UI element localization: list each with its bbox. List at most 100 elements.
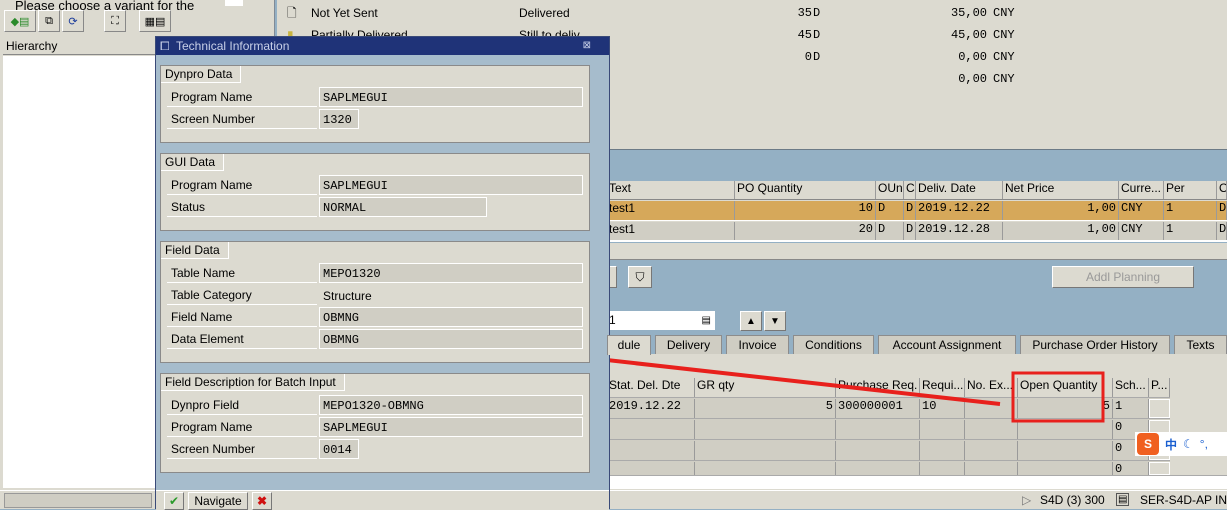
amount: 0,00 [958,72,987,86]
tab-purchase-order-history[interactable]: Purchase Order History [1020,335,1170,355]
currency: CNY [993,72,1015,86]
variant-box[interactable] [225,0,243,6]
program-name-value[interactable]: SAPLMEGUI [319,417,583,437]
table-row[interactable]: test1 10 D D 2019.12.22 1,00 CNY 1 D [607,201,1227,221]
cell: D [1217,201,1227,220]
dynpro-field-value[interactable]: MEPO1320-OBMNG [319,395,583,415]
document-icon: 🗋 [287,6,297,20]
copy-button[interactable]: ⧉ [38,10,60,32]
addl-planning-button[interactable]: Addl Planning [1052,266,1194,288]
cell: D [1217,222,1227,240]
cell: 2019.12.22 [607,399,695,418]
col-header[interactable]: Deliv. Date [916,181,1003,199]
tab-schedule[interactable]: dule [607,335,651,355]
screen-number-value[interactable]: 1320 [319,109,359,129]
tab-delivery[interactable]: Delivery [655,335,722,355]
layout-button[interactable]: ▦▤ [139,10,171,32]
program-name-value[interactable]: SAPLMEGUI [319,175,583,195]
expand-tree-button[interactable]: ◆▤ [4,10,36,32]
unit: D [813,28,821,42]
table-row[interactable]: test1 20 D D 2019.12.28 1,00 CNY 1 D [607,222,1227,242]
screen-number-value[interactable]: 0014 [319,439,359,459]
row-button[interactable] [1149,399,1170,418]
shopping-bag-button[interactable]: ⛉ [628,266,652,288]
gui-data-group: GUI Data Program Name SAPLMEGUI Status N… [160,153,590,231]
window-icon: ⧠ [160,39,170,53]
navigate-button[interactable]: Navigate [188,492,248,510]
field-label: Dynpro Field [167,395,317,415]
tab-texts[interactable]: Texts [1174,335,1227,355]
col-header[interactable]: Per [1164,181,1217,199]
col-header[interactable]: Stat. Del. Dte [607,378,695,397]
col-header[interactable]: Purchase Req. [836,378,920,397]
ime-language[interactable]: 中 [1165,436,1177,453]
binoculars-icon: ⛶ [111,14,119,27]
cell: 300000001 [836,399,920,418]
expand-status-icon[interactable]: ▷ [1022,493,1031,507]
col-header[interactable]: O [1217,181,1227,199]
close-icon[interactable]: ⊠ [583,37,591,55]
table-header[interactable]: Stat. Del. Dte GR qty Purchase Req. Requi..… [607,378,1170,398]
col-header[interactable]: Open Quantity [1018,378,1113,397]
next-item-button[interactable]: ▼ [764,311,786,331]
message-area [4,493,152,508]
col-header[interactable]: Net Price [1003,181,1119,199]
col-header[interactable]: No. Ex... [965,378,1018,397]
table-row[interactable]: 0 [607,420,1170,440]
data-element-value[interactable]: OBMNG [319,329,583,349]
table-row[interactable]: 0 [607,441,1170,461]
status-value[interactable]: NORMAL [319,197,487,217]
cell: test1 [607,222,735,240]
tab-account-assignment[interactable]: Account Assignment [878,335,1016,355]
col-header[interactable]: Requi... [920,378,965,397]
previous-item-button[interactable]: ▲ [740,311,762,331]
cancel-button[interactable]: ✖ [252,492,272,510]
schedule-scrollbar[interactable] [607,475,1227,489]
status-row: 🗋 Not Yet Sent Delivered 35 D 35,00 CNY [287,2,1187,24]
table-row[interactable]: 0 [607,462,1170,476]
cell: 2019.12.28 [916,222,1003,240]
cell: 1 [1164,201,1217,220]
cell [607,420,695,439]
cell: 5 [1018,399,1113,418]
amount: 0,00 [958,50,987,64]
ime-toolbar[interactable]: S 中 ☾ °, [1135,432,1227,456]
refresh-button[interactable]: ⟳ [62,10,84,32]
session-list-icon[interactable]: ▤ [1116,493,1130,506]
tab-invoice[interactable]: Invoice [726,335,789,355]
unit: D [813,6,821,20]
col-header[interactable]: C [904,181,916,199]
field-label: Program Name [167,175,317,195]
col-header[interactable]: PO Quantity [735,181,876,199]
field-label: Table Category [167,285,317,305]
col-header[interactable]: P... [1149,378,1170,397]
cell: 0 [1113,462,1149,475]
col-header[interactable]: Curre... [1119,181,1164,199]
table-name-value[interactable]: MEPO1320 [319,263,583,283]
horizontal-scrollbar[interactable] [607,243,1227,260]
col-header[interactable]: Sch... [1113,378,1149,397]
col-header[interactable]: GR qty [695,378,836,397]
cell: 1,00 [1003,201,1119,220]
moon-icon[interactable]: ☾ [1183,437,1194,451]
col-header[interactable]: OUn [876,181,904,199]
cell [695,420,836,439]
dialog-title-bar[interactable]: ⧠ Technical Information ⊠ [156,37,609,55]
table-row[interactable]: 2019.12.22 5 300000001 10 5 1 [607,399,1170,419]
cell: 5 [695,399,836,418]
unit: D [813,50,821,64]
item-select[interactable]: 1 ▤ [607,311,715,330]
confirm-button[interactable]: ✔ [164,492,184,510]
punctuation-icon[interactable]: °, [1200,437,1208,451]
cell [965,399,1018,418]
table-category-value[interactable]: Structure [319,285,583,305]
find-button[interactable]: ⛶ [104,10,126,32]
program-name-value[interactable]: SAPLMEGUI [319,87,583,107]
tab-conditions[interactable]: Conditions [793,335,874,355]
row-button[interactable] [1149,462,1170,475]
field-name-value[interactable]: OBMNG [319,307,583,327]
col-header[interactable]: Text [607,181,735,199]
field-label: Screen Number [167,439,317,459]
field-data-group: Field Data Table Name MEPO1320 Table Cat… [160,241,590,363]
checkmark-icon: ✔ [168,494,180,508]
